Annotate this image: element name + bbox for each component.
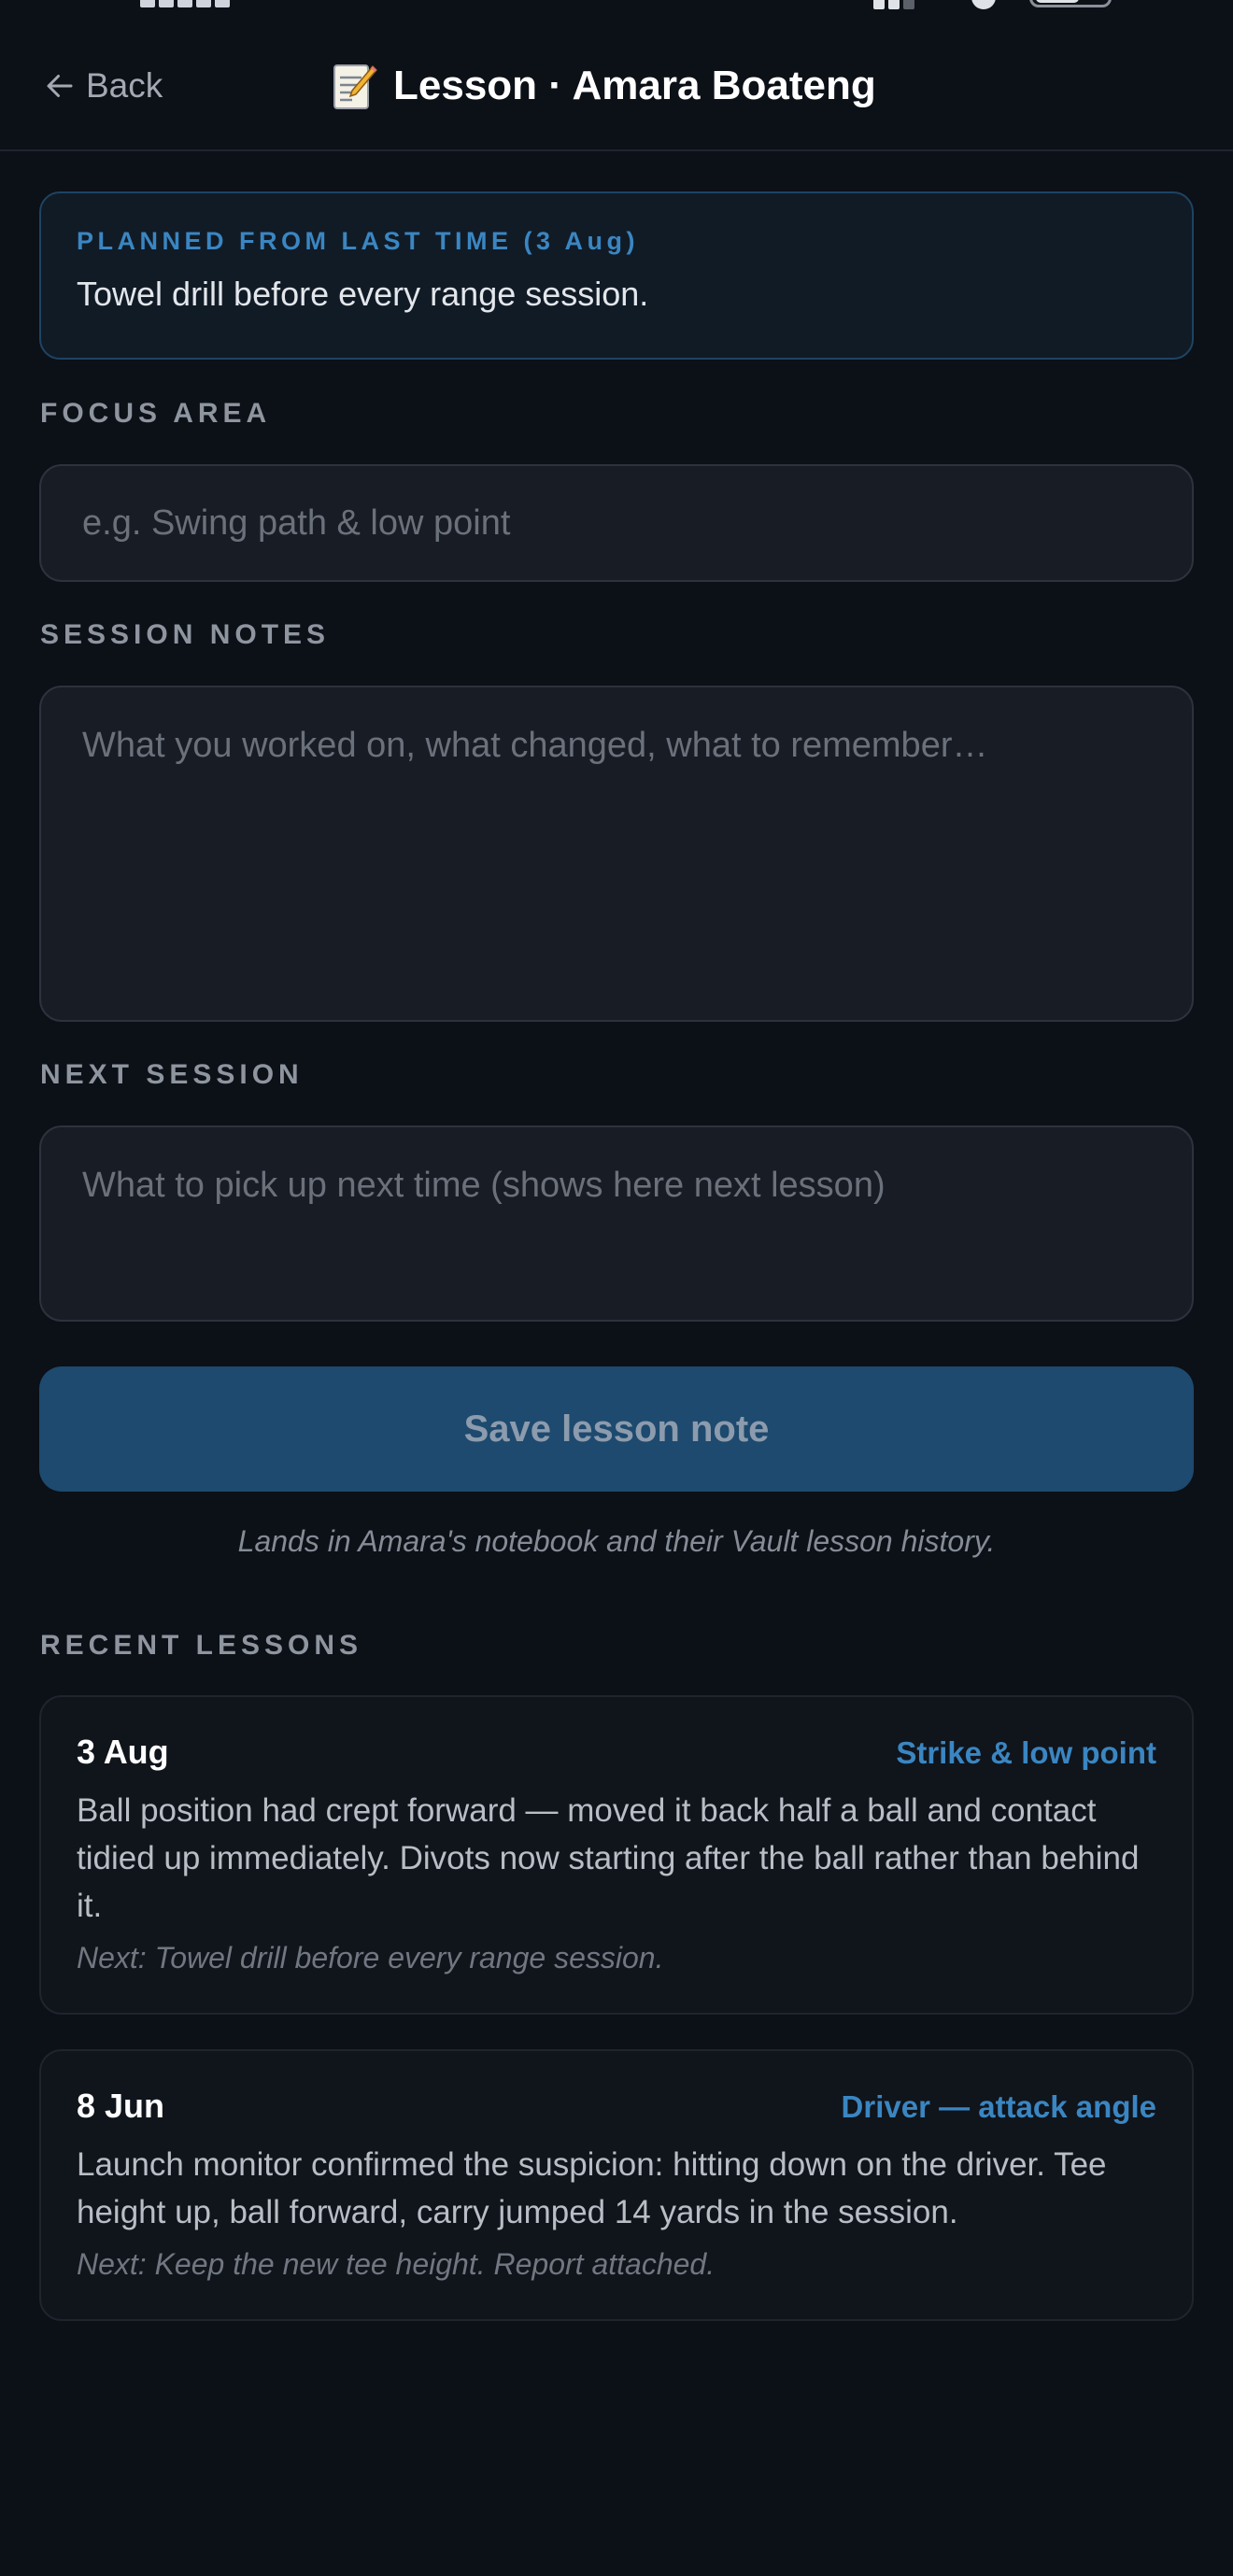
save-lesson-button[interactable]: Save lesson note [39, 1366, 1194, 1492]
lesson-date: 3 Aug [77, 1733, 169, 1771]
status-bar [0, 0, 1233, 19]
status-time [140, 0, 252, 9]
lesson-screen: Back Lesson · Amara Boateng PLANNED FROM… [0, 0, 1233, 2576]
next-session-textarea[interactable] [39, 1125, 1194, 1322]
lesson-next: Next: Keep the new tee height. Report at… [77, 2247, 716, 2281]
lesson-focus-tag[interactable]: Strike & low point [896, 1735, 1156, 1771]
lesson-focus-tag[interactable]: Driver — attack angle [842, 2089, 1156, 2125]
battery-icon [1029, 0, 1112, 7]
title-text: Lesson · Amara Boateng [393, 63, 876, 108]
lesson-next: Next: Towel drill before every range ses… [77, 1941, 664, 1974]
lesson-card[interactable]: 8 Jun Driver — attack angle Launch monit… [39, 2049, 1194, 2321]
planned-label: PLANNED FROM LAST TIME (3 Aug) [77, 227, 639, 255]
header: Back Lesson · Amara Boateng [0, 28, 1233, 151]
session-notes-label: SESSION NOTES [40, 619, 331, 650]
recent-lessons-label: RECENT LESSONS [40, 1630, 363, 1661]
next-session-label: NEXT SESSION [40, 1059, 304, 1090]
arrow-left-icon [47, 75, 73, 97]
focus-area-input[interactable] [39, 464, 1194, 582]
signal-icon [873, 0, 939, 9]
wifi-icon [971, 0, 996, 9]
back-button[interactable]: Back [43, 65, 163, 106]
lesson-card[interactable]: 3 Aug Strike & low point Ball position h… [39, 1695, 1194, 2015]
save-hint: Lands in Amara's notebook and their Vaul… [237, 1524, 996, 1558]
planned-text: Towel drill before every range session. [77, 275, 649, 313]
lesson-notes: Launch monitor confirmed the suspicion: … [77, 2146, 1107, 2230]
focus-area-label: FOCUS AREA [40, 398, 272, 429]
session-notes-textarea[interactable] [39, 686, 1194, 1022]
lesson-date: 8 Jun [77, 2087, 165, 2125]
planned-banner: PLANNED FROM LAST TIME (3 Aug) Towel dri… [39, 191, 1194, 360]
page-title: Lesson · Amara Boateng [332, 60, 876, 112]
lesson-notes: Ball position had crept forward — moved … [77, 1792, 1140, 1924]
memo-icon [333, 64, 378, 109]
back-label: Back [86, 66, 163, 105]
